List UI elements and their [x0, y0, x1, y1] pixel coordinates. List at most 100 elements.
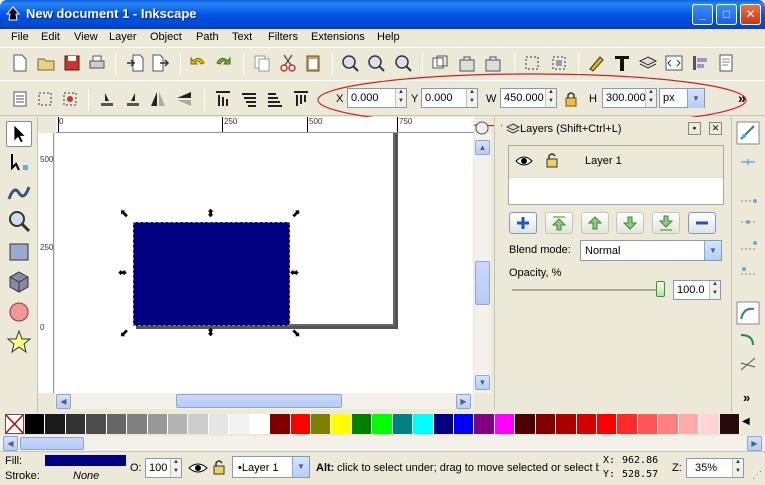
snap-nodes-icon[interactable] — [736, 301, 760, 325]
vertical-scrollbar[interactable]: ▲ ▼ — [474, 121, 491, 393]
opacity-slider-track[interactable] — [512, 289, 662, 291]
panel-close-button[interactable]: ✕ — [709, 122, 722, 135]
undo-icon[interactable] — [188, 53, 208, 73]
delete-layer-button[interactable] — [688, 212, 716, 234]
palette-swatch[interactable] — [699, 414, 720, 434]
palette-swatch[interactable] — [188, 414, 209, 434]
resize-handle-ne[interactable]: ⬈ — [291, 209, 300, 220]
palette-swatch[interactable] — [433, 414, 454, 434]
palette-swatch[interactable] — [597, 414, 618, 434]
scroll-down-button[interactable]: ▼ — [475, 375, 490, 390]
current-layer-select[interactable]: •Layer 1 ▼ — [232, 456, 310, 478]
align-distribute-icon[interactable] — [690, 53, 710, 73]
select-all-icon[interactable] — [522, 53, 542, 73]
palette-swatch[interactable] — [719, 414, 740, 434]
open-folder-icon[interactable] — [36, 53, 56, 73]
horizontal-ruler[interactable]: 0 250 500 750 — [56, 117, 474, 133]
menu-object[interactable]: Object — [150, 31, 182, 43]
menu-view[interactable]: View — [74, 31, 98, 43]
palette-swatch[interactable] — [576, 414, 597, 434]
selector-tool-icon[interactable] — [6, 121, 32, 147]
palette-swatch[interactable] — [494, 414, 516, 434]
save-icon[interactable] — [62, 53, 82, 73]
resize-handle-e[interactable]: ⬌ — [290, 268, 299, 279]
layers-dialog-icon[interactable] — [638, 53, 658, 73]
palette-swatch[interactable] — [208, 414, 230, 434]
rotate-cw-icon[interactable] — [123, 89, 143, 109]
palette-swatch[interactable] — [168, 414, 189, 434]
palette-swatch[interactable] — [65, 414, 87, 434]
dock-handle[interactable] — [494, 117, 501, 409]
stroke-indicator[interactable]: None — [73, 470, 99, 482]
minimize-button[interactable]: _ — [692, 4, 713, 25]
layer-name[interactable]: Layer 1 — [585, 155, 622, 167]
status-opacity-spinbox[interactable]: 100 — [145, 458, 182, 478]
palette-swatch[interactable] — [290, 414, 311, 434]
select-in-all-layers-icon[interactable] — [549, 53, 569, 73]
import-icon[interactable] — [125, 53, 145, 73]
menu-extensions[interactable]: Extensions — [311, 31, 365, 43]
rectangle-tool-icon[interactable] — [6, 239, 32, 265]
layer-visibility-eye-icon[interactable] — [188, 460, 208, 476]
flip-vertical-icon[interactable] — [174, 89, 194, 109]
lower-layer-button[interactable] — [616, 212, 644, 234]
vertical-scroll-thumb[interactable] — [475, 261, 490, 305]
scroll-right-button[interactable]: ▶ — [456, 394, 471, 409]
scroll-up-button[interactable]: ▲ — [475, 140, 490, 155]
palette-swatch[interactable] — [535, 414, 557, 434]
menu-path[interactable]: Path — [196, 31, 219, 43]
palette-scroll-left-button[interactable]: ◀ — [3, 436, 18, 451]
add-layer-button[interactable] — [509, 212, 537, 234]
eye-icon[interactable] — [515, 153, 533, 169]
palette-swatch[interactable] — [556, 414, 577, 434]
panel-collapse-button[interactable]: ▪ — [688, 122, 701, 135]
palette-swatch[interactable] — [392, 414, 414, 434]
snap-bbox-edge-icon[interactable] — [738, 187, 758, 205]
rotate-ccw-icon[interactable] — [97, 89, 117, 109]
palette-swatch[interactable] — [229, 414, 250, 434]
fill-stroke-icon[interactable] — [586, 53, 606, 73]
palette-swatch[interactable] — [106, 414, 128, 434]
menu-edit[interactable]: Edit — [41, 31, 60, 43]
palette-scrollbar[interactable]: ◀ ▶ — [0, 436, 765, 451]
layer-row[interactable]: Layer 1 — [509, 146, 723, 178]
copy-icon[interactable] — [252, 53, 272, 73]
palette-swatch[interactable] — [637, 414, 659, 434]
lower-to-bottom-icon[interactable] — [291, 89, 311, 109]
horizontal-scroll-thumb[interactable] — [176, 394, 342, 408]
export-icon[interactable] — [150, 53, 170, 73]
document-properties-icon[interactable] — [716, 53, 736, 73]
snap-path-intersections-icon[interactable] — [738, 355, 758, 373]
palette-swatch[interactable] — [86, 414, 107, 434]
opacity-slider-handle[interactable] — [656, 281, 665, 297]
snap-bbox-icon[interactable] — [738, 157, 758, 175]
deselect-icon[interactable] — [60, 89, 80, 109]
select-all-objects-icon[interactable] — [10, 89, 30, 109]
resize-handle-w[interactable]: ⬌ — [118, 268, 127, 279]
menu-layer[interactable]: Layer — [109, 31, 137, 43]
resize-handle-sw[interactable]: ⬋ — [120, 328, 129, 339]
palette-swatch[interactable] — [270, 414, 291, 434]
snap-center-icon[interactable] — [738, 262, 758, 280]
star-tool-icon[interactable] — [6, 329, 32, 355]
palette-scroll-thumb[interactable] — [20, 437, 84, 450]
palette-swatch[interactable] — [25, 414, 46, 434]
vertical-ruler[interactable]: 500 250 0 — [38, 133, 54, 393]
no-paint-swatch-icon[interactable] — [5, 414, 24, 434]
zoom-drawing-icon[interactable] — [366, 53, 386, 73]
menu-text[interactable]: Text — [232, 31, 252, 43]
blend-mode-select[interactable]: Normal ▼ — [580, 240, 722, 261]
horizontal-scrollbar[interactable]: ◀ ▶ — [55, 393, 474, 409]
resize-handle-nw[interactable]: ⬉ — [120, 209, 129, 220]
resize-grip-icon[interactable]: ⋰ — [752, 470, 762, 481]
palette-swatch[interactable] — [372, 414, 393, 434]
opacity-spinner[interactable] — [709, 281, 720, 299]
chevron-down-icon[interactable]: ▼ — [704, 241, 721, 260]
drawing-canvas[interactable]: ⬉ ⬍ ⬈ ⬌ ⬌ ⬋ ⬍ ⬊ — [55, 133, 473, 393]
scroll-left-button[interactable]: ◀ — [56, 394, 71, 409]
fill-indicator[interactable] — [45, 455, 126, 466]
ungroup-icon[interactable] — [483, 53, 503, 73]
menu-filters[interactable]: Filters — [268, 31, 298, 43]
unlocked-padlock-icon[interactable] — [545, 152, 559, 168]
resize-handle-se[interactable]: ⬊ — [291, 328, 300, 339]
